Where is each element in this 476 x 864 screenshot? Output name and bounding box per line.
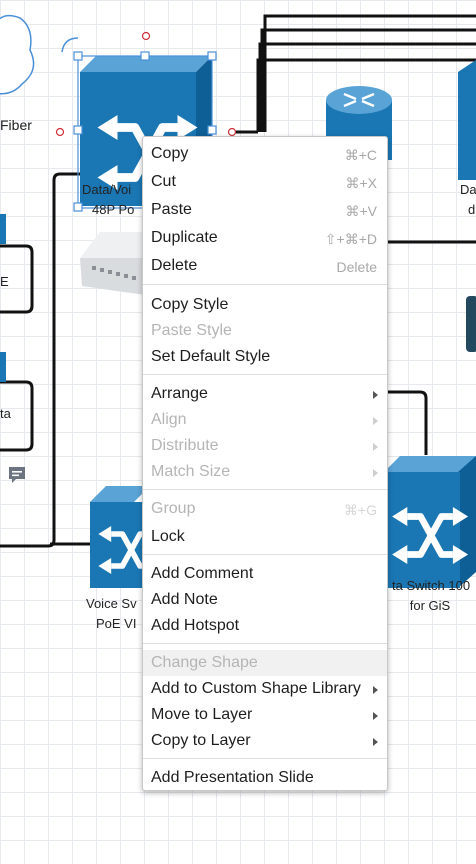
menu-separator (143, 284, 387, 285)
submenu-arrow-icon (373, 738, 378, 746)
menu-item-label: Lock (151, 528, 185, 545)
menu-item-add-comment[interactable]: Add Comment (143, 561, 387, 587)
voice-switch-label-line1: Voice Sv (86, 596, 137, 611)
submenu-arrow-icon (373, 391, 378, 399)
menu-item-label: Copy (151, 145, 189, 162)
menu-item-label: Group (151, 500, 196, 517)
menu-separator (143, 374, 387, 375)
menu-item-shortcut: ⌘+V (345, 203, 377, 219)
left-device-bottom (0, 352, 6, 382)
rotate-handle-icon (61, 37, 79, 53)
left-device-label-bottom: ta (0, 406, 11, 421)
menu-item-group[interactable]: Group ⌘+G (143, 496, 387, 522)
menu-item-paste[interactable]: Paste ⌘+V (143, 197, 387, 223)
data-switch-shape (384, 456, 476, 588)
menu-item-add-note[interactable]: Add Note (143, 587, 387, 613)
menu-separator (143, 643, 387, 644)
server-shape (466, 296, 476, 352)
menu-item-label: Copy Style (151, 296, 229, 313)
menu-item-label: Cut (151, 173, 176, 190)
menu-item-label: Add Note (151, 591, 218, 608)
left-device-label-top: E (0, 274, 9, 289)
menu-item-add-hotspot[interactable]: Add Hotspot (143, 613, 387, 639)
submenu-arrow-icon (373, 469, 378, 477)
context-menu: Copy ⌘+C Cut ⌘+X Paste ⌘+V Duplicate ⇧+⌘+D D… (142, 136, 388, 791)
menu-item-label: Match Size (151, 463, 231, 480)
menu-item-shortcut: ⌘+X (345, 175, 377, 191)
menu-item-arrange[interactable]: Arrange (143, 381, 387, 407)
right-top-switch-label-line1: Da (460, 182, 476, 197)
data-switch-label-line1: ta Switch 100 (392, 578, 471, 593)
right-top-switch-shape (458, 60, 476, 180)
submenu-arrow-icon (373, 417, 378, 425)
left-device-top (0, 214, 6, 244)
menu-item-match-size[interactable]: Match Size (143, 459, 387, 485)
menu-item-paste-style[interactable]: Paste Style (143, 318, 387, 344)
menu-item-label: Paste (151, 201, 192, 218)
menu-item-label: Move to Layer (151, 706, 253, 723)
menu-item-label: Change Shape (151, 654, 258, 671)
selected-switch-label-line2: 48P Po (92, 202, 135, 217)
menu-item-shortcut: Delete (336, 259, 377, 275)
menu-item-move-to-layer[interactable]: Move to Layer (143, 702, 387, 728)
menu-item-add-presentation-slide[interactable]: Add Presentation Slide (143, 765, 387, 791)
menu-item-shortcut: ⌘+G (343, 502, 377, 518)
menu-item-copy-style[interactable]: Copy Style (143, 292, 387, 318)
menu-item-lock[interactable]: Lock (143, 524, 387, 550)
menu-item-shortcut: ⌘+C (344, 147, 377, 163)
menu-item-copy[interactable]: Copy ⌘+C (143, 141, 387, 167)
voice-switch-label-line2: PoE VI (96, 616, 137, 631)
right-top-switch-label-line2: d (468, 202, 476, 217)
menu-item-copy-to-layer[interactable]: Copy to Layer (143, 728, 387, 754)
menu-item-label: Add Comment (151, 565, 254, 582)
menu-item-label: Distribute (151, 437, 219, 454)
menu-item-label: Set Default Style (151, 348, 271, 365)
menu-item-label: Add Presentation Slide (151, 769, 314, 786)
menu-item-set-default-style[interactable]: Set Default Style (143, 344, 387, 370)
cloud-shape (0, 14, 35, 95)
menu-item-label: Duplicate (151, 229, 218, 246)
menu-item-duplicate[interactable]: Duplicate ⇧+⌘+D (143, 225, 387, 251)
menu-separator (143, 489, 387, 490)
data-switch-label-line2: for GiS (409, 598, 451, 613)
menu-item-shortcut: ⇧+⌘+D (324, 231, 377, 247)
menu-item-label: Copy to Layer (151, 732, 251, 749)
submenu-arrow-icon (373, 443, 378, 451)
menu-item-label: Align (151, 411, 187, 428)
menu-item-delete[interactable]: Delete Delete (143, 253, 387, 279)
menu-item-label: Add Hotspot (151, 617, 240, 634)
menu-item-label: Delete (151, 257, 198, 274)
fiber-label: Fiber (0, 117, 32, 133)
comment-icon[interactable] (8, 466, 26, 484)
submenu-arrow-icon (373, 686, 378, 694)
submenu-arrow-icon (373, 712, 378, 720)
menu-separator (143, 758, 387, 759)
menu-item-change-shape[interactable]: Change Shape (143, 650, 387, 676)
menu-item-distribute[interactable]: Distribute (143, 433, 387, 459)
menu-separator (143, 554, 387, 555)
menu-item-label: Arrange (151, 385, 208, 402)
selected-switch-label-line1: Data/Voi (82, 182, 132, 197)
menu-item-add-to-custom-shape-library[interactable]: Add to Custom Shape Library (143, 676, 387, 702)
menu-item-cut[interactable]: Cut ⌘+X (143, 169, 387, 195)
menu-item-align[interactable]: Align (143, 407, 387, 433)
menu-item-label: Paste Style (151, 322, 232, 339)
menu-item-label: Add to Custom Shape Library (151, 680, 361, 697)
